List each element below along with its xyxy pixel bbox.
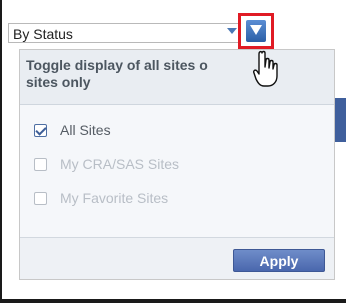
hand-cursor-icon — [253, 50, 278, 87]
checkbox-my-favorite-sites[interactable] — [34, 192, 47, 205]
window-border-left — [0, 0, 2, 303]
status-select[interactable]: By Status — [8, 23, 241, 43]
window-border-bottom — [0, 299, 346, 303]
filter-icon — [246, 20, 266, 42]
option-label: My CRA/SAS Sites — [60, 156, 180, 172]
site-filter-popup: Toggle display of all sites o sites only… — [19, 49, 335, 280]
side-tab[interactable] — [335, 98, 346, 142]
apply-button[interactable]: Apply — [233, 249, 325, 272]
tooltip-line-2: sites only — [26, 74, 91, 90]
popup-footer: Apply — [20, 237, 334, 279]
option-label: All Sites — [60, 122, 111, 138]
popup-header: Toggle display of all sites o sites only — [20, 50, 334, 105]
status-select-value: By Status — [13, 26, 73, 42]
checkbox-all-sites[interactable] — [34, 124, 47, 137]
filter-button[interactable] — [238, 13, 274, 49]
option-label: My Favorite Sites — [60, 190, 169, 206]
tooltip-line-1: Toggle display of all sites o — [26, 57, 208, 73]
checkbox-my-cra-sas-sites[interactable] — [34, 158, 47, 171]
chevron-down-icon[interactable] — [227, 28, 237, 34]
